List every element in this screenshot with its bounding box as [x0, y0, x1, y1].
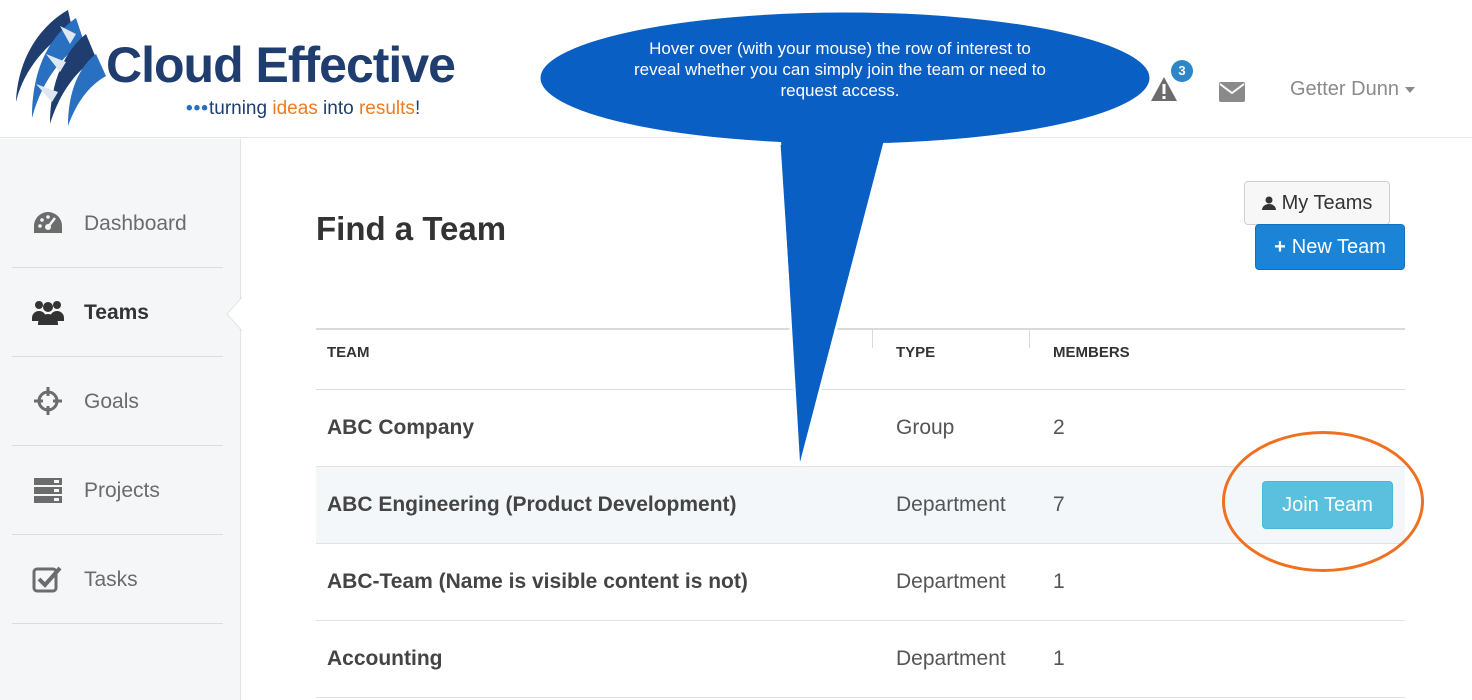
highlight-ring	[1222, 431, 1424, 572]
team-members: 7	[1053, 493, 1065, 516]
team-name: Accounting	[327, 647, 443, 670]
plus-icon: +	[1274, 236, 1286, 258]
table-row[interactable]: Accounting Department 1	[316, 621, 1405, 698]
sidebar-item-projects[interactable]: Projects	[12, 446, 223, 535]
sidebar-item-dashboard[interactable]: Dashboard	[12, 179, 223, 268]
tagline-part: results	[358, 98, 415, 119]
tagline-part: ideas	[272, 98, 318, 119]
sidebar-item-label: Dashboard	[84, 212, 187, 235]
my-teams-button[interactable]: My Teams	[1244, 181, 1390, 225]
caret-down-icon	[1404, 86, 1415, 93]
tagline-dots: •••	[186, 98, 209, 119]
user-name: Getter Dunn	[1290, 78, 1399, 100]
team-name: ABC Company	[327, 416, 475, 439]
logo-tagline: •••turning ideas into results!	[186, 98, 420, 120]
team-type: Department	[896, 493, 1006, 516]
envelope-icon[interactable]	[1219, 82, 1245, 102]
active-nav-pointer	[226, 296, 244, 332]
sidebar-item-goals[interactable]: Goals	[12, 357, 223, 446]
tagline-part: turning	[208, 98, 273, 119]
sidebar: Dashboard Teams Goals Projects Tasks	[0, 139, 241, 700]
team-type: Department	[896, 647, 1006, 670]
user-menu[interactable]: Getter Dunn	[1290, 78, 1415, 101]
users-icon	[32, 301, 64, 325]
team-members: 1	[1053, 647, 1065, 670]
cloud-effective-logo[interactable]: Cloud Effective •••turning ideas into re…	[10, 6, 510, 128]
stack-icon	[34, 478, 62, 503]
new-team-button[interactable]: + New Team	[1255, 224, 1405, 270]
team-members: 1	[1053, 570, 1065, 593]
sidebar-item-label: Tasks	[84, 568, 138, 591]
team-name: ABC-Team (Name is visible content is not…	[327, 570, 748, 593]
logo-swoosh-icon	[16, 10, 106, 126]
sidebar-item-label: Goals	[84, 390, 139, 413]
dashboard-icon	[34, 212, 62, 233]
user-icon	[1261, 196, 1276, 210]
my-teams-label: My Teams	[1281, 192, 1373, 214]
sidebar-item-teams[interactable]: Teams	[12, 268, 223, 357]
crosshair-icon	[34, 387, 62, 415]
checkbox-icon	[32, 566, 62, 593]
team-type: Department	[896, 570, 1006, 593]
sidebar-item-label: Projects	[84, 479, 160, 502]
sidebar-item-tasks[interactable]: Tasks	[12, 535, 223, 624]
page-title: Find a Team	[316, 210, 507, 247]
alerts-count-badge[interactable]: 3	[1171, 60, 1193, 82]
tagline-part: !	[414, 98, 421, 119]
tagline-part: into	[317, 98, 359, 119]
callout-text: Hover over (with your mouse) the row of …	[633, 39, 1046, 100]
team-name: ABC Engineering (Product Development)	[327, 493, 737, 516]
table-row[interactable]: ABC-Team (Name is visible content is not…	[316, 544, 1405, 621]
logo-wordmark: Cloud Effective	[106, 37, 456, 93]
new-team-label: New Team	[1291, 236, 1386, 258]
sidebar-item-label: Teams	[84, 301, 149, 324]
column-header-team[interactable]: Team	[327, 344, 370, 361]
